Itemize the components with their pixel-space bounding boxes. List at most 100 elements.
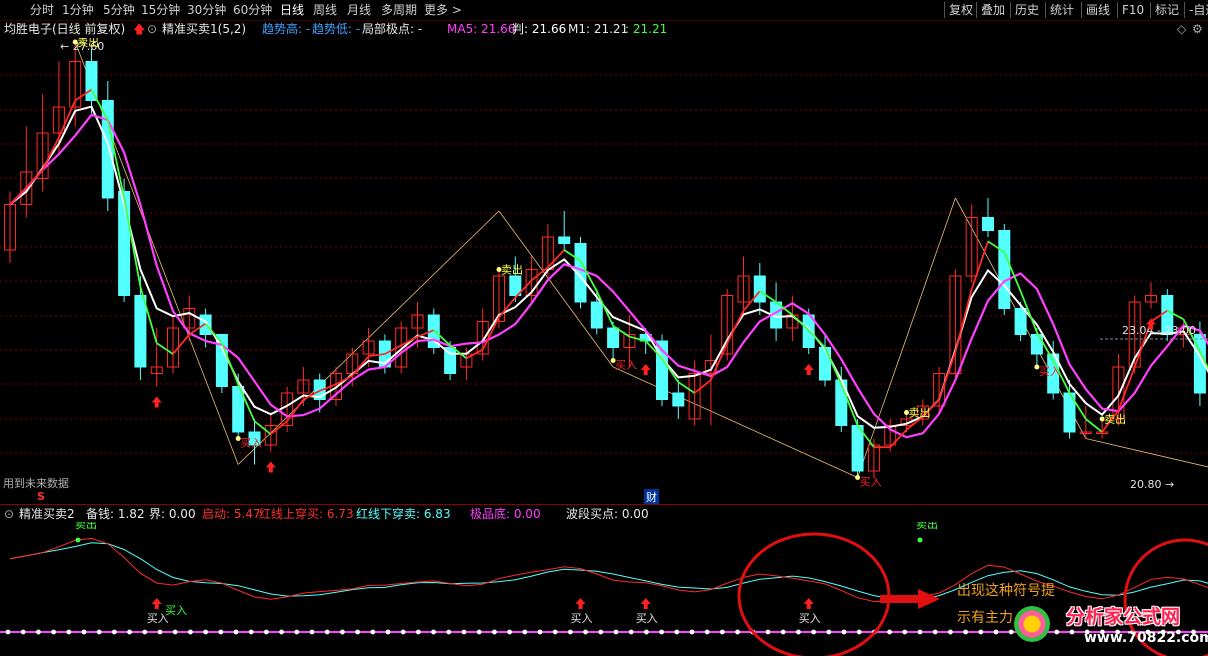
baseline-dot bbox=[340, 629, 345, 635]
tab-multi-period[interactable]: 多周期 bbox=[381, 2, 417, 18]
baseline-dot bbox=[720, 629, 725, 635]
baseline-dot bbox=[583, 629, 588, 635]
tab-weekly[interactable]: 周线 bbox=[313, 2, 337, 18]
buy-arrow-icon bbox=[803, 364, 814, 375]
draw-line-button[interactable]: 画线 bbox=[1081, 2, 1114, 18]
indicator-dropdown-icon[interactable]: ⊙ bbox=[147, 20, 157, 38]
sub-buy-label: 买入 bbox=[636, 612, 658, 625]
sub-buy-arrow-stem bbox=[578, 604, 583, 609]
ma-short-segment bbox=[156, 342, 174, 355]
tab-30min[interactable]: 30分钟 bbox=[187, 2, 226, 18]
baseline-dot bbox=[796, 629, 801, 635]
jipindi-value: 极品底: 0.00 bbox=[470, 507, 541, 521]
baseline-dot bbox=[248, 629, 254, 635]
stock-chart-window: 分时 1分钟 5分钟 15分钟 30分钟 60分钟 日线 周线 月线 多周期 更… bbox=[0, 0, 1208, 656]
annotation-line-1: 出现这种符号提 bbox=[957, 582, 1055, 599]
ma-short-segment bbox=[286, 398, 305, 422]
flower-icon bbox=[1014, 606, 1050, 642]
tab-15min[interactable]: 15分钟 bbox=[141, 2, 180, 18]
baseline-dot bbox=[887, 629, 892, 635]
baseline-dot bbox=[127, 629, 132, 635]
finance-marker[interactable]: 财 bbox=[644, 489, 659, 505]
baseline-dot bbox=[294, 629, 300, 635]
f10-button[interactable]: F10 bbox=[1117, 2, 1148, 18]
buy-arrow-icon bbox=[265, 461, 276, 473]
jie-value: 界: 0.00 bbox=[149, 507, 196, 521]
sub-sell-dot bbox=[75, 537, 81, 543]
baseline-dot bbox=[218, 629, 224, 635]
baseline-dot bbox=[400, 629, 406, 635]
ma-short-segment bbox=[351, 355, 370, 377]
baseline-dot bbox=[674, 629, 680, 635]
sub-indicator-name[interactable]: 精准买卖2 bbox=[19, 505, 75, 523]
tab-monthly[interactable]: 月线 bbox=[347, 2, 371, 18]
buy-arrow-icon bbox=[151, 396, 162, 408]
overlay-button[interactable]: 叠加 bbox=[976, 2, 1009, 18]
sub-buy-arrow-icon bbox=[640, 598, 651, 604]
ma-short-segment bbox=[270, 420, 288, 435]
baseline-dot bbox=[522, 629, 528, 635]
sub-dropdown-icon[interactable]: ⊙ bbox=[4, 505, 14, 523]
watchlist-button[interactable]: -自选 bbox=[1184, 2, 1208, 18]
baseline-dot bbox=[446, 629, 452, 635]
tab-5min[interactable]: 5分钟 bbox=[103, 2, 135, 18]
tab-fenshi[interactable]: 分时 bbox=[30, 2, 54, 18]
baseline-dot bbox=[309, 629, 315, 635]
main-price-chart[interactable]: 23.04 - 23.00 ← 27.60 20.80 → 卖出卖出卖出 卖出买入… bbox=[0, 38, 1208, 490]
future-data-label: 用到未来数据 bbox=[3, 476, 69, 490]
baseline-dot bbox=[66, 629, 72, 635]
baseline-dot bbox=[385, 629, 391, 635]
ma-short-segment bbox=[9, 187, 27, 206]
restore-rights-button[interactable]: 复权 bbox=[944, 2, 977, 18]
candle-body bbox=[753, 275, 766, 303]
judge-value: 判: 21.66 bbox=[512, 22, 567, 36]
baseline-dot bbox=[355, 629, 360, 635]
tab-daily[interactable]: 日线 bbox=[280, 2, 304, 18]
baseline-dot bbox=[476, 629, 482, 635]
baseline-dot bbox=[264, 629, 269, 635]
baseline-dot bbox=[735, 629, 740, 635]
candlesticks bbox=[4, 42, 1206, 478]
statistics-button[interactable]: 统计 bbox=[1045, 2, 1078, 18]
baseline-dot bbox=[507, 629, 512, 635]
tab-1min[interactable]: 1分钟 bbox=[62, 2, 94, 18]
history-button[interactable]: 历史 bbox=[1010, 2, 1043, 18]
baseline-dot bbox=[188, 629, 193, 635]
baseline-dot bbox=[552, 629, 558, 635]
baseline-dot bbox=[826, 629, 832, 635]
main-indicator-name[interactable]: 精准买卖1(5,2) bbox=[162, 20, 246, 38]
baseline-dot bbox=[598, 629, 604, 635]
candle-body bbox=[85, 61, 98, 101]
baseline-dot bbox=[324, 629, 330, 635]
baseline-dot bbox=[917, 629, 923, 635]
buy-arrow-icon bbox=[640, 364, 651, 375]
ma5-value: MA5: 21.66 bbox=[447, 22, 516, 36]
ma5-magenta-line bbox=[9, 113, 1208, 439]
candle-body bbox=[982, 217, 994, 231]
baseline-dot bbox=[704, 629, 710, 635]
trend-high-value: 趋势高: - bbox=[262, 22, 311, 36]
buy-label: 买入 bbox=[1039, 365, 1061, 378]
sub-sell-label: 卖出 bbox=[916, 522, 938, 531]
mark-button[interactable]: 标记 bbox=[1150, 2, 1183, 18]
sub-buy-arrow-icon bbox=[803, 598, 814, 604]
tab-more[interactable]: 更多 > bbox=[424, 2, 462, 18]
zigzag-lines bbox=[74, 41, 1208, 478]
ma-white-line bbox=[9, 105, 1208, 429]
baseline-dot bbox=[142, 629, 148, 635]
sub-buy-label: 买入 bbox=[799, 612, 821, 625]
grid-lines bbox=[0, 74, 1208, 454]
boduan-value: 波段买点: 0.00 bbox=[566, 507, 649, 521]
diamond-icon[interactable]: ◇ bbox=[1177, 20, 1186, 38]
ma-short-segment bbox=[172, 333, 190, 355]
baseline-dot bbox=[537, 629, 543, 635]
s-marker[interactable]: S bbox=[37, 490, 45, 503]
sub-indicator-bar: ⊙ 精准买卖2 备钱: 1.82 界: 0.00 启动: 5.47 红线上穿买:… bbox=[0, 504, 1208, 523]
baseline-dot bbox=[856, 629, 862, 635]
ma-short-segment bbox=[58, 100, 77, 138]
tab-60min[interactable]: 60分钟 bbox=[233, 2, 272, 18]
sell-label: 卖出 bbox=[77, 38, 99, 49]
settings-icon[interactable]: ⚙ bbox=[1192, 20, 1203, 38]
baseline-dot bbox=[416, 629, 421, 635]
beiqian-value: 备钱: 1.82 bbox=[86, 507, 145, 521]
